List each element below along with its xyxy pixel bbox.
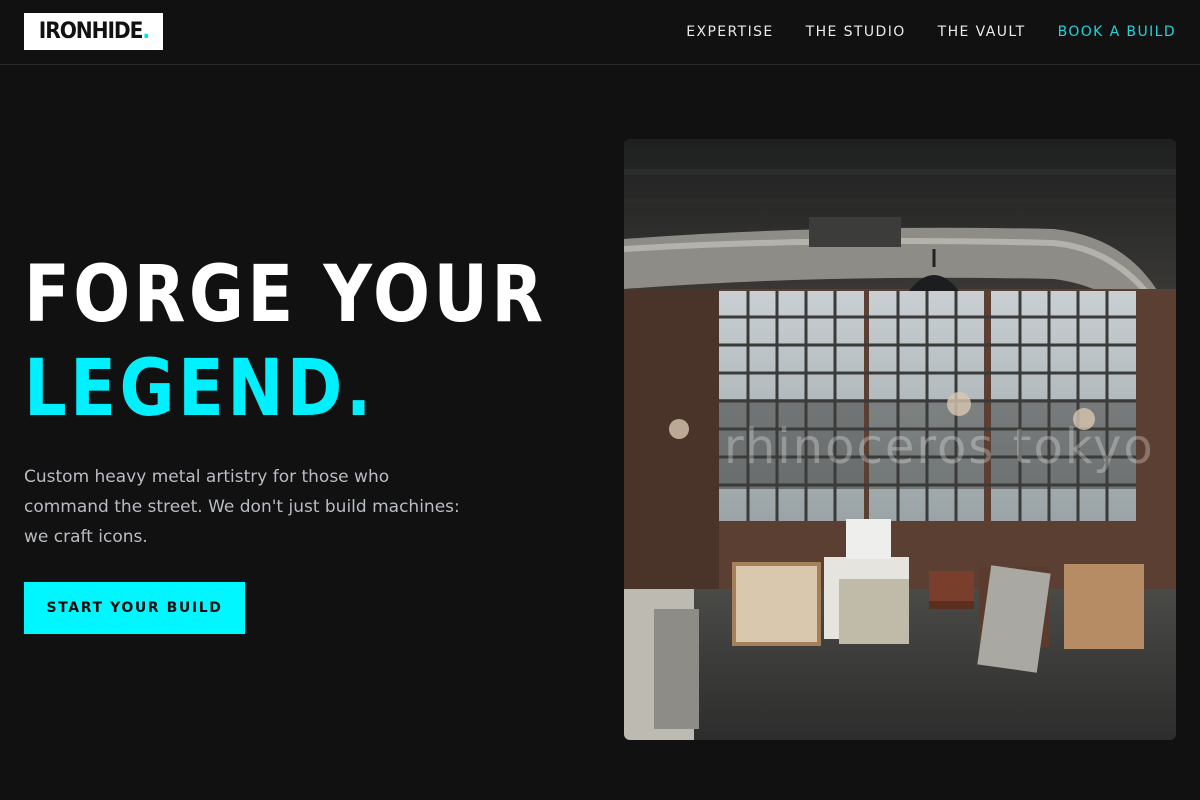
hero-title-line2: LEGEND. — [24, 344, 375, 434]
nav-link-the-studio[interactable]: THE STUDIO — [806, 24, 906, 40]
hero-subtitle: Custom heavy metal artistry for those wh… — [24, 467, 460, 547]
nav-link-the-vault[interactable]: THE VAULT — [938, 24, 1026, 40]
brand-logo[interactable]: IRONHIDE. — [24, 13, 163, 50]
nav-link-book-a-build[interactable]: BOOK A BUILD — [1058, 24, 1176, 40]
hero-title-line1: FORGE YOUR — [24, 250, 547, 340]
hero-title: FORGE YOUR LEGEND. — [24, 248, 546, 436]
start-your-build-button[interactable]: START YOUR BUILD — [24, 582, 245, 634]
brand-logo-dot: . — [141, 18, 150, 44]
image-watermark: rhinoceros tokyo — [724, 419, 1155, 475]
site-header: IRONHIDE. EXPERTISE THE STUDIO THE VAULT… — [0, 0, 1200, 65]
main-nav: EXPERTISE THE STUDIO THE VAULT BOOK A BU… — [686, 0, 1176, 64]
workshop-studio-photo: rhinoceros tokyo — [624, 139, 1176, 740]
nav-link-expertise[interactable]: EXPERTISE — [686, 24, 773, 40]
brand-logo-text: IRONHIDE. — [38, 18, 150, 44]
